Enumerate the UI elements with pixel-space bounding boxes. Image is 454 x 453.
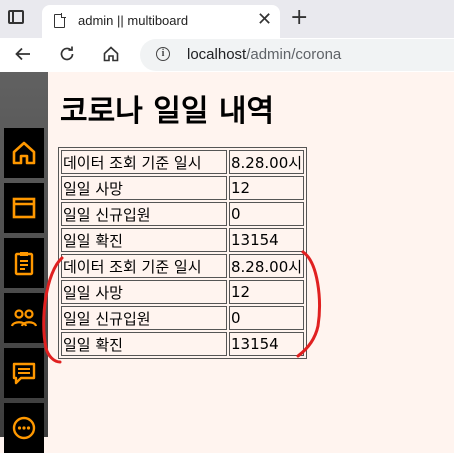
back-icon[interactable] <box>10 41 36 67</box>
browser-tab[interactable]: admin || multiboard ✕ <box>42 5 280 38</box>
table-row: 데이터 조회 기준 일시 8.28.00시 <box>61 150 305 174</box>
url-text[interactable]: localhost/admin/corona <box>187 46 341 63</box>
window-icon <box>12 197 36 219</box>
row-value: 8.28.00시 <box>229 150 305 174</box>
sidebar-item-window[interactable] <box>4 183 44 233</box>
row-label: 일일 신규입원 <box>61 202 227 226</box>
new-tab-icon[interactable]: + <box>290 7 308 29</box>
clipboard-icon <box>14 252 34 276</box>
row-value: 12 <box>229 176 305 200</box>
row-value: 0 <box>229 202 305 226</box>
row-label: 데이터 조회 기준 일시 <box>61 150 227 174</box>
corona-table: 데이터 조회 기준 일시 8.28.00시 일일 사망 12 일일 신규입원 0 일일 확진… <box>58 147 308 359</box>
table-row: 일일 사망 12 <box>61 176 305 200</box>
page-icon <box>54 13 66 28</box>
browser-tab-bar: admin || multiboard ✕ + <box>0 0 454 38</box>
row-label: 일일 확진 <box>61 228 227 252</box>
table-row: 일일 신규입원 0 <box>61 202 305 226</box>
tab-title: admin || multiboard <box>78 13 189 28</box>
row-label: 일일 사망 <box>61 176 227 200</box>
table-row: 일일 확진 13154 <box>61 228 305 252</box>
tab-actions-icon[interactable] <box>8 10 24 24</box>
sidebar-item-home[interactable] <box>4 128 44 178</box>
row-label: 일일 신규입원 <box>61 306 227 330</box>
row-value: 12 <box>229 280 305 304</box>
sidebar-item-chat[interactable] <box>4 403 44 453</box>
page-title: 코로나 일일 내역 <box>60 94 275 129</box>
row-value: 13154 <box>229 228 305 252</box>
table-row: 일일 사망 12 <box>61 280 305 304</box>
close-icon[interactable]: ✕ <box>257 11 272 29</box>
sidebar-item-messages[interactable] <box>4 348 44 398</box>
info-icon[interactable]: i <box>156 47 170 61</box>
browser-toolbar: i localhost/admin/corona <box>0 38 454 72</box>
row-value: 8.28.00시 <box>229 254 305 278</box>
people-icon <box>10 309 38 327</box>
row-label: 데이터 조회 기준 일시 <box>61 254 227 278</box>
sidebar <box>0 72 48 453</box>
row-value: 0 <box>229 306 305 330</box>
message-icon <box>12 362 36 385</box>
row-value: 13154 <box>229 332 305 356</box>
table-row: 데이터 조회 기준 일시 8.28.00시 <box>61 254 305 278</box>
row-label: 일일 확진 <box>61 332 227 356</box>
chat-icon <box>12 416 36 440</box>
home-button-icon[interactable] <box>98 41 124 67</box>
row-label: 일일 사망 <box>61 280 227 304</box>
reload-icon[interactable] <box>54 41 80 67</box>
table-row: 일일 확진 13154 <box>61 332 305 356</box>
main-content: 코로나 일일 내역 데이터 조회 기준 일시 8.28.00시 일일 사망 12 일일 … <box>48 72 454 437</box>
table-row: 일일 신규입원 0 <box>61 306 305 330</box>
sidebar-item-people[interactable] <box>4 293 44 343</box>
home-icon <box>12 141 36 165</box>
sidebar-item-clipboard[interactable] <box>4 238 44 288</box>
address-bar[interactable]: i localhost/admin/corona <box>140 39 454 71</box>
